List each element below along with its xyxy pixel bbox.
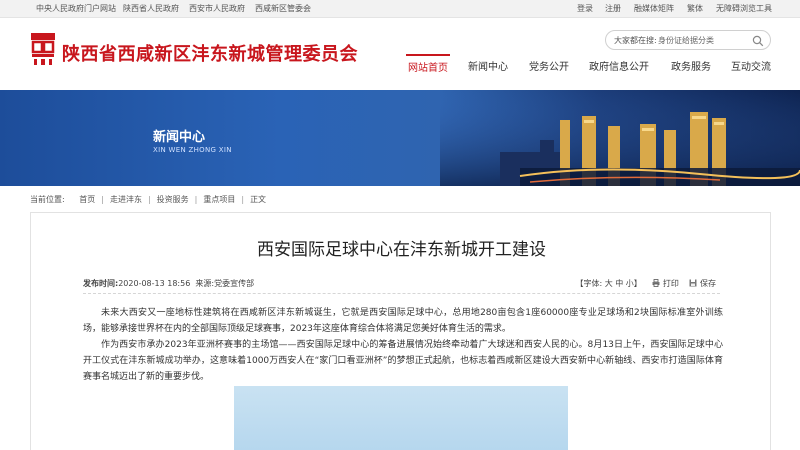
article-title: 西安国际足球中心在沣东新城开工建设 — [257, 240, 546, 260]
banner-subtitle: XIN WEN ZHONG XIN — [153, 146, 232, 154]
seal-logo-icon[interactable] — [30, 32, 56, 66]
publish-date-label: 发布时间: — [83, 279, 119, 288]
save-label: 保存 — [700, 279, 716, 288]
breadcrumb-separator: | — [241, 195, 245, 204]
link-xian-government[interactable]: 西安市人民政府 — [189, 4, 245, 14]
breadcrumb-current: 正文 — [250, 195, 267, 204]
print-label: 打印 — [662, 279, 679, 288]
save-button[interactable]: 保存 — [689, 279, 716, 288]
breadcrumb-separator: | — [101, 195, 104, 204]
traditional-chinese-link[interactable]: 繁体 — [687, 4, 703, 14]
search-hot-label: 大家都在搜: — [614, 36, 657, 45]
breadcrumb: 当前位置: 首页 | 走进沣东 | 投资服务 | 重点项目 | 正文 — [30, 195, 266, 205]
article-image — [234, 386, 568, 450]
accessibility-tools-link[interactable]: 无障碍浏览工具 — [716, 4, 772, 14]
breadcrumb-label: 当前位置: — [30, 195, 65, 204]
search-input[interactable] — [658, 33, 750, 48]
nav-party-affairs[interactable]: 党务公开 — [527, 54, 571, 84]
article-meta: 发布时间:2020-08-13 18:56 来源:党委宣传部 — [83, 279, 254, 289]
publish-date: 2020-08-13 18:56 — [118, 279, 191, 288]
nav-government-info[interactable]: 政府信息公开 — [587, 54, 651, 84]
print-button[interactable]: 打印 — [652, 279, 681, 288]
link-shaanxi-government[interactable]: 陕西省人民政府 — [123, 4, 179, 14]
breadcrumb-about[interactable]: 走进沣东 — [110, 195, 142, 204]
nav-home[interactable]: 网站首页 — [406, 54, 450, 84]
nav-interaction[interactable]: 互动交流 — [729, 54, 773, 84]
breadcrumb-separator: | — [147, 195, 151, 204]
breadcrumb-key-projects[interactable]: 重点项目 — [203, 195, 235, 204]
nav-government-services[interactable]: 政务服务 — [669, 54, 713, 84]
nav-news-center[interactable]: 新闻中心 — [466, 54, 510, 84]
register-link[interactable]: 注册 — [605, 4, 621, 14]
banner-title: 新闻中心 — [153, 130, 206, 145]
news-center-banner: 新闻中心 XIN WEN ZHONG XIN — [0, 90, 800, 186]
breadcrumb-separator: | — [194, 195, 198, 204]
meta-divider — [83, 293, 720, 294]
login-link[interactable]: 登录 — [577, 4, 593, 14]
article-paragraph: 未来大西安又一座地标性建筑将在西咸新区沣东新城诞生，它就是西安国际足球中心，总用… — [83, 308, 723, 334]
article-tools: 【字体: 大 中 小】 打印 保存 — [575, 279, 716, 289]
save-icon — [689, 279, 697, 287]
font-size-control[interactable]: 【字体: 大 中 小】 — [575, 279, 641, 288]
breadcrumb-investment[interactable]: 投资服务 — [157, 195, 189, 204]
source-label: 来源: — [195, 279, 215, 288]
article-paragraph: 作为西安市承办2023年亚洲杯赛事的主场馆——西安国际足球中心的筹备进展情况始终… — [83, 340, 723, 382]
search-box: 大家都在搜: — [605, 30, 771, 50]
top-utility-bar: 中央人民政府门户网站 陕西省人民政府 西安市人民政府 西咸新区管委会 登录 注册… — [0, 0, 800, 18]
link-xixian-committee[interactable]: 西咸新区管委会 — [255, 4, 311, 14]
print-icon — [652, 279, 660, 287]
breadcrumb-home[interactable]: 首页 — [79, 195, 95, 204]
link-central-government[interactable]: 中央人民政府门户网站 — [36, 4, 116, 14]
media-matrix-link[interactable]: 融媒体矩阵 — [634, 4, 674, 14]
site-header: 陕西省西咸新区沣东新城管理委员会 大家都在搜: 网站首页 新闻中心 党务公开 政… — [0, 18, 800, 90]
city-skyline-image — [440, 90, 800, 186]
source-value: 党委宣传部 — [214, 279, 255, 288]
search-icon[interactable] — [752, 35, 764, 47]
site-title[interactable]: 陕西省西咸新区沣东新城管理委员会 — [62, 40, 358, 66]
